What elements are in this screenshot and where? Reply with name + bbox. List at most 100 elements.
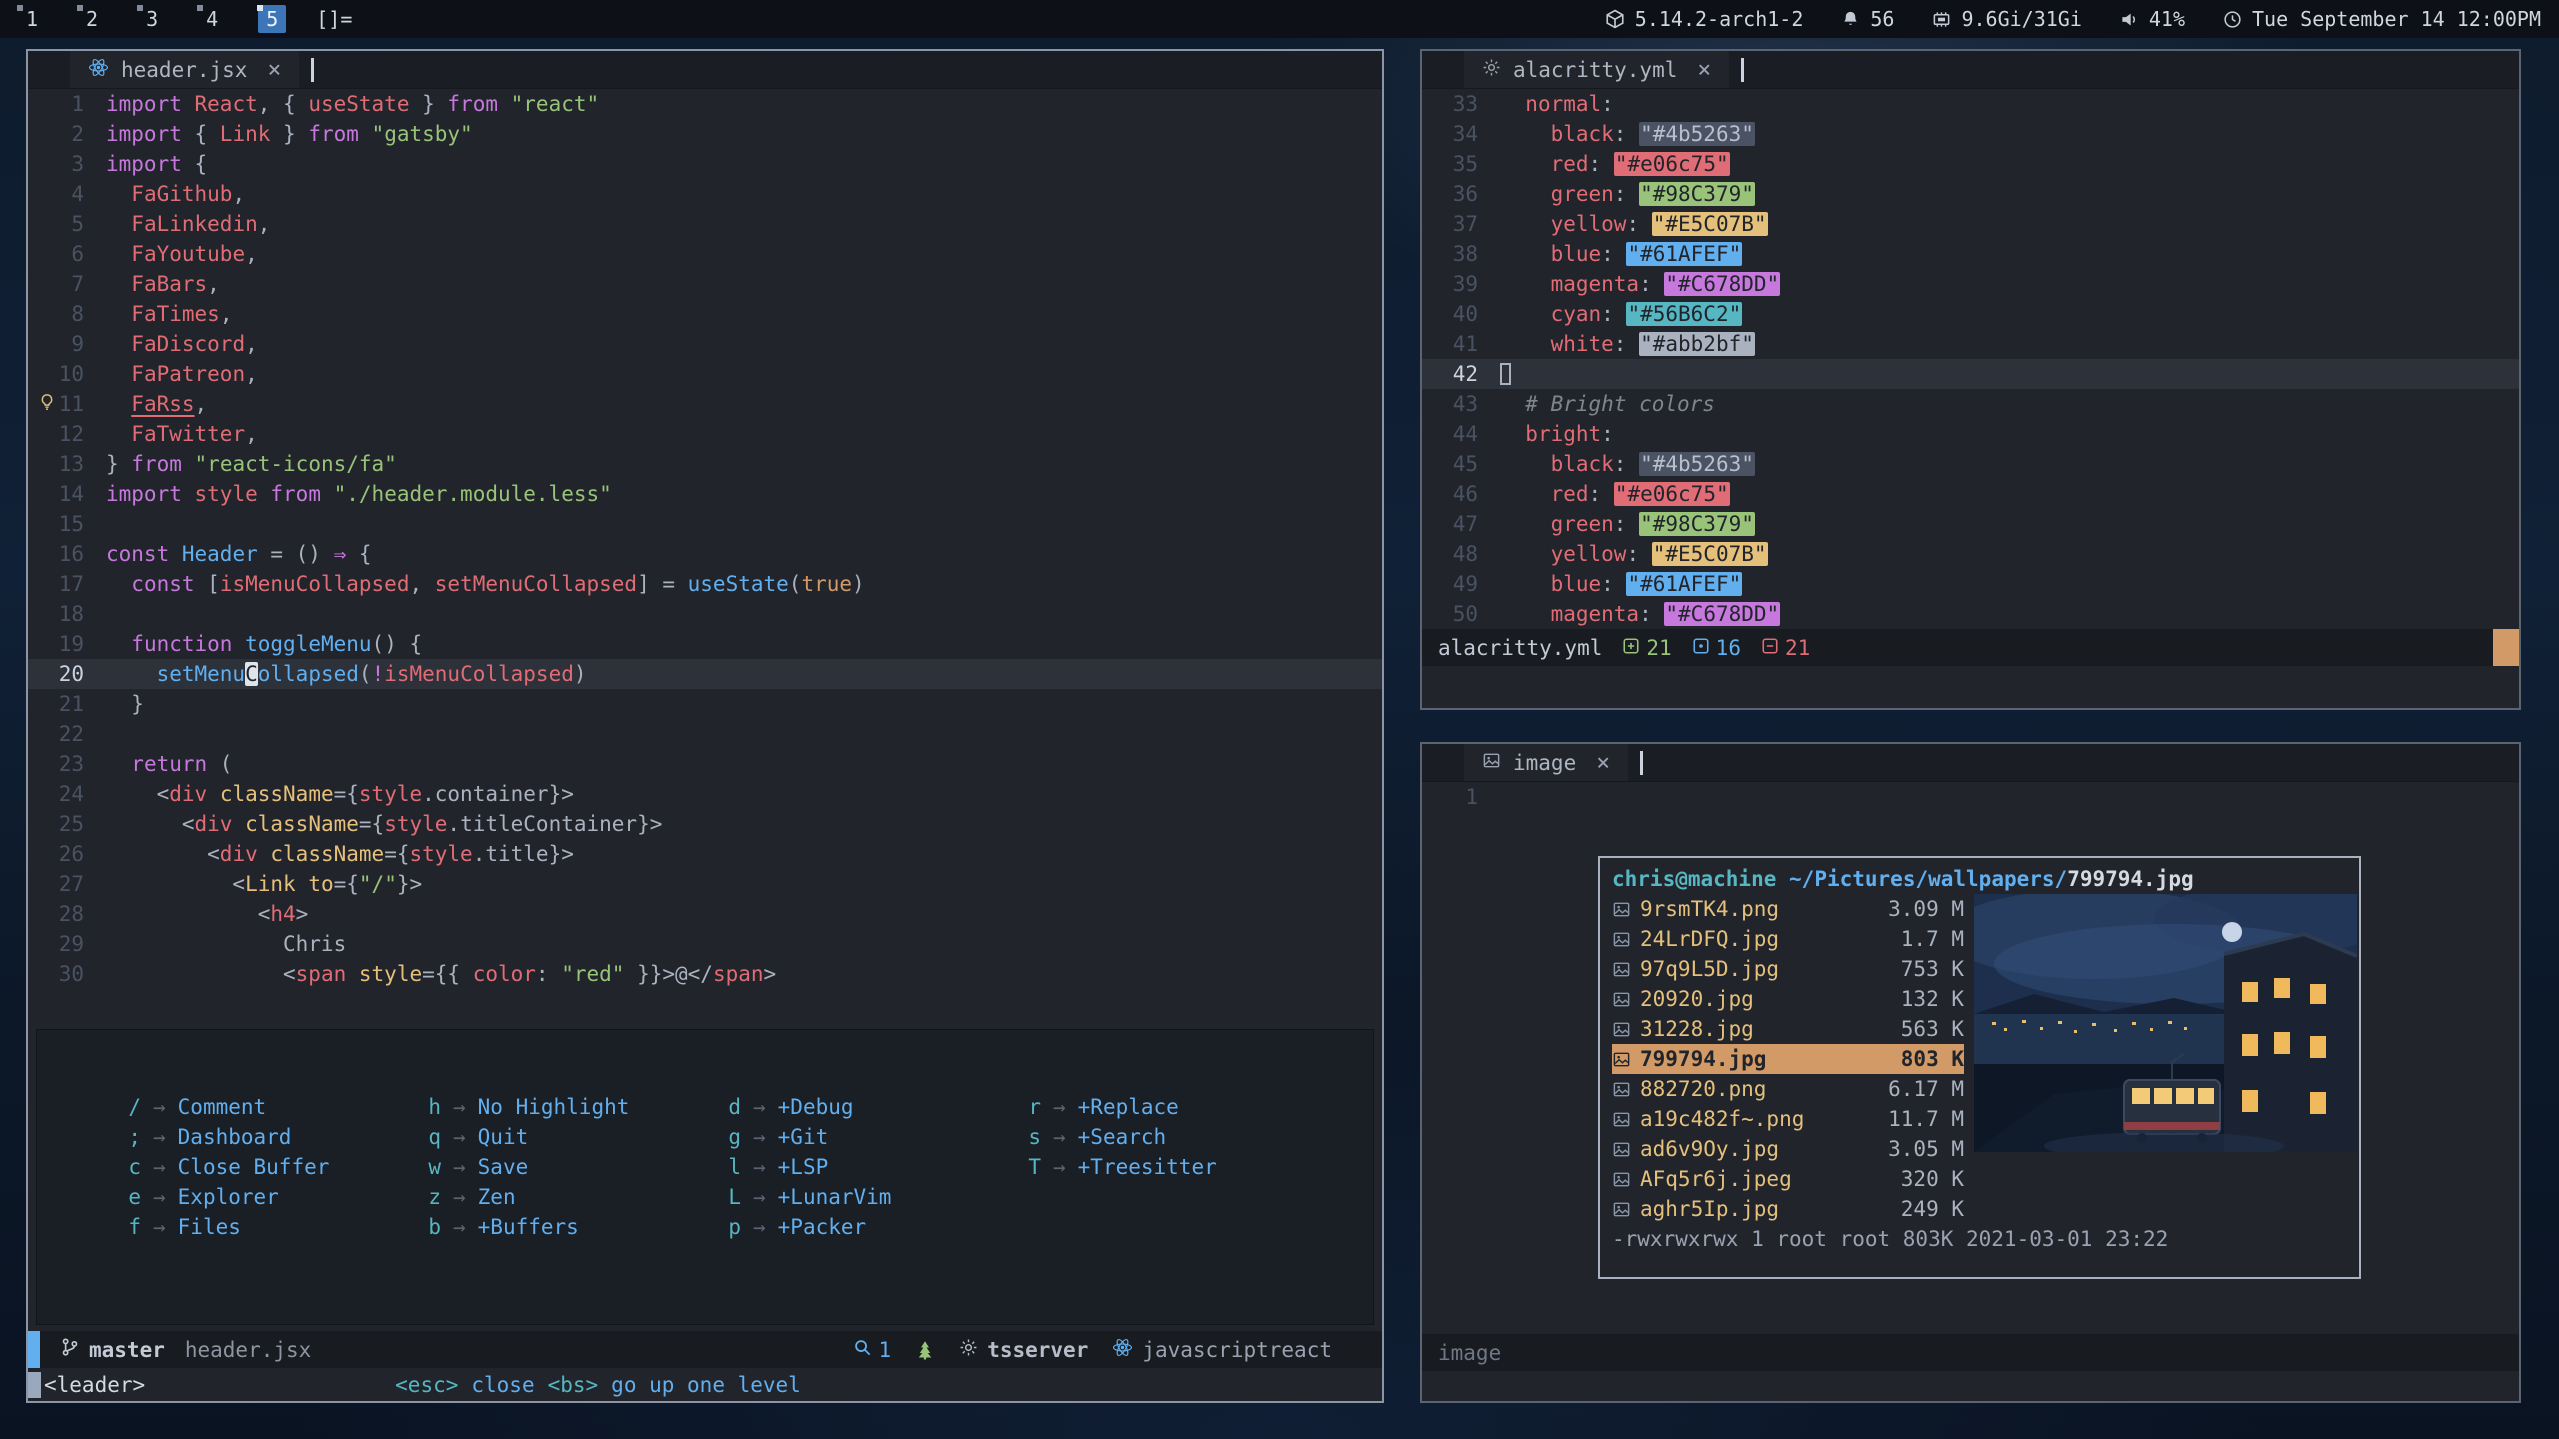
layout-symbol[interactable]: []= bbox=[316, 7, 352, 31]
command-line[interactable]: <leader> <esc>close<bs>go up one level bbox=[28, 1368, 1382, 1401]
whichkey-binding[interactable]: r→+Replace bbox=[1021, 1092, 1321, 1122]
code-area[interactable]: 1import React, { useState } from "react"… bbox=[28, 89, 1382, 1331]
whichkey-binding[interactable]: w→Save bbox=[421, 1152, 721, 1182]
code-line[interactable]: 20 setMenuCollapsed(!isMenuCollapsed) bbox=[28, 659, 1382, 689]
file-list-item[interactable]: 799794.jpg803 K bbox=[1612, 1044, 1964, 1074]
whichkey-binding[interactable]: d→+Debug bbox=[721, 1092, 1021, 1122]
line-number: 50 bbox=[1422, 599, 1500, 629]
workspace-tag-4[interactable]: 4 bbox=[198, 5, 226, 33]
whichkey-binding[interactable]: L→+LunarVim bbox=[721, 1182, 1021, 1212]
code-line[interactable]: 11 FaRss, bbox=[28, 389, 1382, 419]
code-line[interactable]: 17 const [isMenuCollapsed, setMenuCollap… bbox=[28, 569, 1382, 599]
close-icon[interactable]: × bbox=[267, 57, 281, 83]
prompt-user-host: chris@machine bbox=[1612, 867, 1776, 891]
workspace-tag-5[interactable]: 5 bbox=[258, 5, 286, 33]
code-line[interactable]: 22 bbox=[28, 719, 1382, 749]
file-list-item[interactable]: 20920.jpg132 K bbox=[1612, 984, 1964, 1014]
code-line[interactable]: 48 yellow: "#E5C07B" bbox=[1422, 539, 2519, 569]
whichkey-binding[interactable]: ;→Dashboard bbox=[121, 1122, 421, 1152]
file-list-item[interactable]: AFq5r6j.jpeg320 K bbox=[1612, 1164, 1964, 1194]
code-line[interactable]: 16const Header = () ⇒ { bbox=[28, 539, 1382, 569]
code-line[interactable]: 43 # Bright colors bbox=[1422, 389, 2519, 419]
code-line[interactable]: 9 FaDiscord, bbox=[28, 329, 1382, 359]
code-line[interactable]: 18 bbox=[28, 599, 1382, 629]
git-branch[interactable]: master bbox=[60, 1337, 165, 1362]
whichkey-binding[interactable]: e→Explorer bbox=[121, 1182, 421, 1212]
code-line[interactable]: 26 <div className={style.title}> bbox=[28, 839, 1382, 869]
code-line[interactable]: 8 FaTimes, bbox=[28, 299, 1382, 329]
file-list-item[interactable]: 31228.jpg563 K bbox=[1612, 1014, 1964, 1044]
file-list-item[interactable]: 97q9L5D.jpg753 K bbox=[1612, 954, 1964, 984]
code-line[interactable]: 45 black: "#4b5263" bbox=[1422, 449, 2519, 479]
workspace-tag-1[interactable]: 1 bbox=[18, 5, 46, 33]
whichkey-binding[interactable]: g→+Git bbox=[721, 1122, 1021, 1152]
code-line[interactable]: 38 blue: "#61AFEF" bbox=[1422, 239, 2519, 269]
code-line[interactable]: 5 FaLinkedin, bbox=[28, 209, 1382, 239]
code-line[interactable]: 29 Chris bbox=[28, 929, 1382, 959]
whichkey-binding[interactable]: f→Files bbox=[121, 1212, 421, 1242]
close-icon[interactable]: × bbox=[1596, 750, 1610, 776]
code-line[interactable]: 15 bbox=[28, 509, 1382, 539]
code-line[interactable]: 33 normal: bbox=[1422, 89, 2519, 119]
tab-header-jsx[interactable]: header.jsx × bbox=[70, 51, 299, 88]
code-line[interactable]: 28 <h4> bbox=[28, 899, 1382, 929]
code-line[interactable]: 36 green: "#98C379" bbox=[1422, 179, 2519, 209]
code-line[interactable]: 27 <Link to={"/"}> bbox=[28, 869, 1382, 899]
workspace-tag-3[interactable]: 3 bbox=[138, 5, 166, 33]
whichkey-binding[interactable]: h→No Highlight bbox=[421, 1092, 721, 1122]
code-line[interactable]: 7 FaBars, bbox=[28, 269, 1382, 299]
cursor: C bbox=[245, 662, 258, 686]
close-icon[interactable]: × bbox=[1697, 57, 1711, 83]
code-line[interactable]: 41 white: "#abb2bf" bbox=[1422, 329, 2519, 359]
file-list-item[interactable]: ad6v9Oy.jpg3.05 M bbox=[1612, 1134, 1964, 1164]
whichkey-binding[interactable]: T→+Treesitter bbox=[1021, 1152, 1321, 1182]
code-line[interactable]: 35 red: "#e06c75" bbox=[1422, 149, 2519, 179]
code-line[interactable]: 34 black: "#4b5263" bbox=[1422, 119, 2519, 149]
file-list-item[interactable]: 24LrDFQ.jpg1.7 M bbox=[1612, 924, 1964, 954]
diagnostics-count[interactable]: 1 bbox=[853, 1338, 892, 1362]
code-line[interactable]: 10 FaPatreon, bbox=[28, 359, 1382, 389]
code-line[interactable]: 46 red: "#e06c75" bbox=[1422, 479, 2519, 509]
whichkey-binding[interactable]: p→+Packer bbox=[721, 1212, 1021, 1242]
code-line[interactable]: 25 <div className={style.titleContainer}… bbox=[28, 809, 1382, 839]
code-line[interactable]: 39 magenta: "#C678DD" bbox=[1422, 269, 2519, 299]
code-line[interactable]: 1import React, { useState } from "react" bbox=[28, 89, 1382, 119]
code-line[interactable]: 42 bbox=[1422, 359, 2519, 389]
code-area[interactable]: 33 normal:34 black: "#4b5263"35 red: "#e… bbox=[1422, 89, 2519, 629]
whichkey-binding[interactable]: b→+Buffers bbox=[421, 1212, 721, 1242]
tab-alacritty-yml[interactable]: alacritty.yml × bbox=[1464, 51, 1729, 88]
code-line[interactable]: 4 FaGithub, bbox=[28, 179, 1382, 209]
file-list-item[interactable]: aghr5Ip.jpg249 K bbox=[1612, 1194, 1964, 1224]
file-list-item[interactable]: a19c482f~.png11.7 M bbox=[1612, 1104, 1964, 1134]
tab-image[interactable]: image × bbox=[1464, 744, 1628, 781]
code-line[interactable]: 44 bright: bbox=[1422, 419, 2519, 449]
whichkey-binding[interactable]: /→Comment bbox=[121, 1092, 421, 1122]
code-line[interactable]: 23 return ( bbox=[28, 749, 1382, 779]
terminal-buffer[interactable]: 1 chris@machine ~/Pictures/wallpapers/79… bbox=[1422, 782, 2519, 1334]
code-line[interactable]: 12 FaTwitter, bbox=[28, 419, 1382, 449]
code-line[interactable]: 40 cyan: "#56B6C2" bbox=[1422, 299, 2519, 329]
code-line[interactable]: 14import style from "./header.module.les… bbox=[28, 479, 1382, 509]
code-line[interactable]: 13} from "react-icons/fa" bbox=[28, 449, 1382, 479]
whichkey-binding[interactable]: c→Close Buffer bbox=[121, 1152, 421, 1182]
code-line[interactable]: 6 FaYoutube, bbox=[28, 239, 1382, 269]
file-list-item[interactable]: 9rsmTK4.png3.09 M bbox=[1612, 894, 1964, 924]
code-line[interactable]: 19 function toggleMenu() { bbox=[28, 629, 1382, 659]
lightbulb-icon[interactable] bbox=[38, 393, 56, 411]
code-line[interactable]: 49 blue: "#61AFEF" bbox=[1422, 569, 2519, 599]
code-line[interactable]: 47 green: "#98C379" bbox=[1422, 509, 2519, 539]
workspace-tag-2[interactable]: 2 bbox=[78, 5, 106, 33]
code-line[interactable]: 2import { Link } from "gatsby" bbox=[28, 119, 1382, 149]
file-list-item[interactable]: 882720.png6.17 M bbox=[1612, 1074, 1964, 1104]
whichkey-binding[interactable]: s→+Search bbox=[1021, 1122, 1321, 1152]
code-line[interactable]: 50 magenta: "#C678DD" bbox=[1422, 599, 2519, 629]
whichkey-binding[interactable]: l→+LSP bbox=[721, 1152, 1021, 1182]
whichkey-binding[interactable]: z→Zen bbox=[421, 1182, 721, 1212]
code-line[interactable]: 30 <span style={{ color: "red" }}>@</spa… bbox=[28, 959, 1382, 989]
code-line[interactable]: 37 yellow: "#E5C07B" bbox=[1422, 209, 2519, 239]
code-line[interactable]: 3import { bbox=[28, 149, 1382, 179]
scroll-indicator[interactable] bbox=[2493, 629, 2519, 666]
whichkey-binding[interactable]: q→Quit bbox=[421, 1122, 721, 1152]
code-line[interactable]: 24 <div className={style.container}> bbox=[28, 779, 1382, 809]
code-line[interactable]: 21 } bbox=[28, 689, 1382, 719]
